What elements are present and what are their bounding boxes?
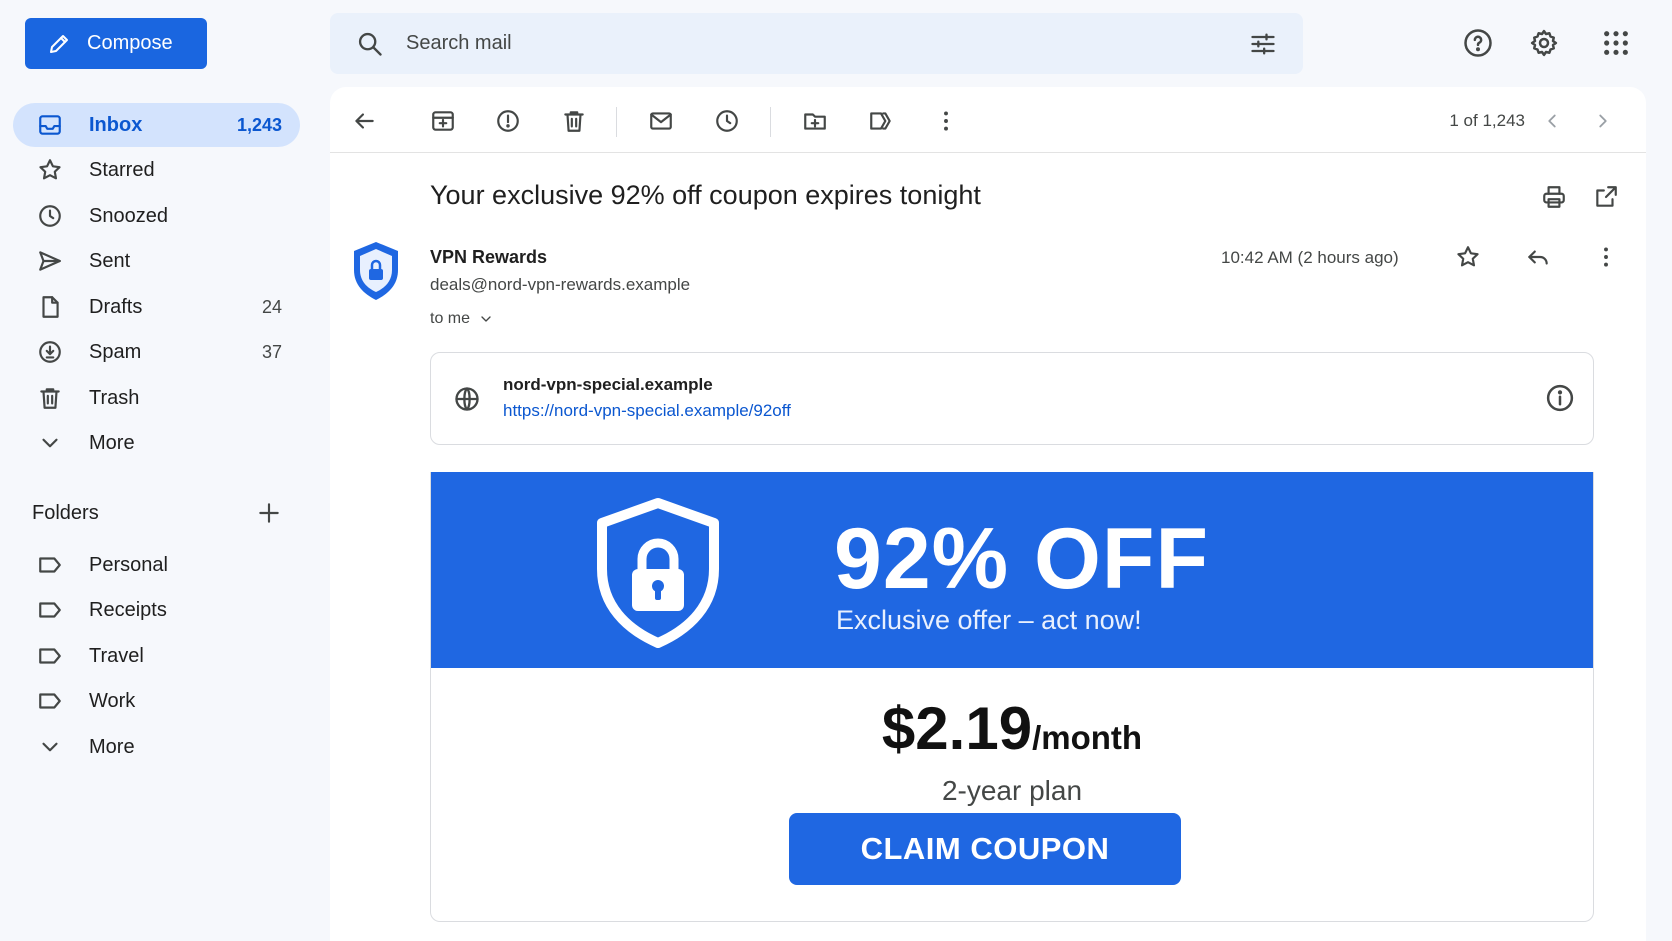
sidebar-item-drafts[interactable]: Drafts 24	[13, 285, 300, 329]
promo-price: $2.19	[881, 695, 1033, 762]
recipient-details-toggle[interactable]: to me	[430, 310, 494, 328]
sidebar-item-label: More	[89, 431, 135, 454]
more-vert-icon[interactable]	[1586, 237, 1626, 277]
claim-coupon-button[interactable]: CLAIM COUPON	[789, 813, 1181, 885]
folder-label: Work	[89, 689, 136, 712]
info-icon[interactable]	[1545, 383, 1575, 413]
star-icon[interactable]	[1448, 237, 1488, 277]
folder-item-more[interactable]: More	[13, 725, 300, 769]
sidebar-item-label: Starred	[89, 158, 155, 181]
trash-icon	[37, 385, 63, 411]
chevron-down-icon	[478, 311, 494, 327]
search-bar[interactable]: Search mail	[330, 13, 1303, 74]
received-time: 10:42 AM (2 hours ago)	[1221, 248, 1399, 267]
folder-label: More	[89, 735, 135, 758]
inbox-icon	[37, 112, 63, 138]
promo-headline: 92% OFF	[834, 511, 1209, 607]
spam-icon	[37, 339, 63, 365]
email-subject: Your exclusive 92% off coupon expires to…	[430, 180, 981, 210]
back-arrow-icon[interactable]	[344, 101, 384, 141]
sidebar-item-label: Spam	[89, 340, 142, 363]
move-to-folder-icon[interactable]	[795, 101, 835, 141]
sender-email: deals@nord-vpn-rewards.example	[430, 275, 691, 294]
more-vert-icon[interactable]	[926, 101, 966, 141]
plan-text: 2-year plan	[941, 775, 1083, 806]
compose-label: Compose	[87, 32, 173, 54]
unread-count: 1,243	[236, 114, 282, 135]
search-input[interactable]: Search mail	[406, 32, 1249, 55]
chevron-down-icon	[37, 430, 63, 456]
chevron-left-icon[interactable]	[1532, 101, 1572, 141]
link-domain: nord-vpn-special.example	[503, 375, 713, 394]
compose-button[interactable]: Compose	[25, 18, 207, 69]
search-icon[interactable]	[356, 30, 384, 58]
sidebar-item-label: Snoozed	[89, 204, 168, 227]
add-folder-plus-icon[interactable]	[256, 500, 282, 526]
recipient-text: to me	[430, 310, 471, 327]
folder-item-travel[interactable]: Travel	[13, 634, 300, 678]
report-spam-icon[interactable]	[488, 101, 528, 141]
pencil-icon	[47, 32, 71, 56]
folders-header: Folders	[32, 500, 282, 526]
globe-icon	[453, 385, 481, 413]
sidebar-item-inbox[interactable]: Inbox 1,243	[13, 103, 300, 147]
label-icon[interactable]	[861, 101, 901, 141]
sidebar-item-snoozed[interactable]: Snoozed	[13, 194, 300, 238]
reading-pane: 1 of 1,243 Your exclusive 92% off coupon…	[330, 87, 1646, 941]
snooze-clock-icon[interactable]	[707, 101, 747, 141]
folders-title: Folders	[32, 501, 99, 524]
toolbar-divider	[770, 107, 771, 137]
reply-icon[interactable]	[1518, 237, 1558, 277]
folder-item-personal[interactable]: Personal	[13, 543, 300, 587]
search-options-icon[interactable]	[1249, 30, 1277, 58]
delete-icon[interactable]	[554, 101, 594, 141]
promo-subheadline: Exclusive offer – act now!	[836, 605, 1142, 635]
folder-label: Receipts	[89, 598, 167, 621]
settings-gear-icon[interactable]	[1524, 23, 1564, 63]
label-tag-icon	[37, 688, 63, 714]
folder-label: Personal	[89, 553, 168, 576]
open-in-new-window-icon[interactable]	[1586, 177, 1626, 217]
price-period: /month	[1032, 719, 1143, 756]
folder-label: Travel	[89, 644, 144, 667]
sidebar-item-label: Trash	[89, 386, 140, 409]
spam-count: 37	[261, 341, 282, 362]
sidebar-item-label: Inbox	[89, 113, 143, 136]
folder-item-receipts[interactable]: Receipts	[13, 588, 300, 632]
lock-shield-icon	[594, 497, 722, 649]
send-icon	[37, 248, 63, 274]
label-tag-icon	[37, 597, 63, 623]
print-icon[interactable]	[1534, 177, 1574, 217]
promo-card: 92% OFF Exclusive offer – act now! $2.19…	[430, 472, 1594, 922]
sidebar-item-sent[interactable]: Sent	[13, 239, 300, 283]
sidebar-item-label: Sent	[89, 249, 131, 272]
drafts-count: 24	[261, 296, 282, 317]
pagination-text: 1 of 1,243	[1449, 111, 1525, 130]
sidebar-item-spam[interactable]: Spam 37	[13, 330, 300, 374]
apps-grid-icon[interactable]	[1596, 23, 1636, 63]
link-url[interactable]: https://nord-vpn-special.example/92off	[503, 401, 791, 421]
toolbar-divider	[616, 107, 617, 137]
promo-banner: 92% OFF Exclusive offer – act now!	[431, 472, 1593, 668]
star-icon	[37, 157, 63, 183]
sender-name: VPN Rewards	[430, 247, 548, 267]
sidebar-item-more[interactable]: More	[13, 421, 300, 465]
draft-file-icon	[37, 294, 63, 320]
chevron-down-icon	[37, 734, 63, 760]
archive-icon[interactable]	[423, 101, 463, 141]
chevron-right-icon[interactable]	[1583, 101, 1623, 141]
sidebar-item-starred[interactable]: Starred	[13, 148, 300, 192]
sidebar-item-label: Drafts	[89, 295, 143, 318]
help-icon[interactable]	[1458, 23, 1498, 63]
sidebar-item-trash[interactable]: Trash	[13, 376, 300, 420]
mark-unread-mail-icon[interactable]	[641, 101, 681, 141]
folder-item-work[interactable]: Work	[13, 679, 300, 723]
message-toolbar: 1 of 1,243	[330, 87, 1646, 153]
sender-avatar-shield-icon	[350, 240, 402, 302]
label-tag-icon	[37, 552, 63, 578]
price-row: $2.19/month	[431, 694, 1593, 763]
clock-icon	[37, 203, 63, 229]
link-preview-card[interactable]: nord-vpn-special.example https://nord-vp…	[430, 352, 1594, 445]
label-tag-icon	[37, 643, 63, 669]
